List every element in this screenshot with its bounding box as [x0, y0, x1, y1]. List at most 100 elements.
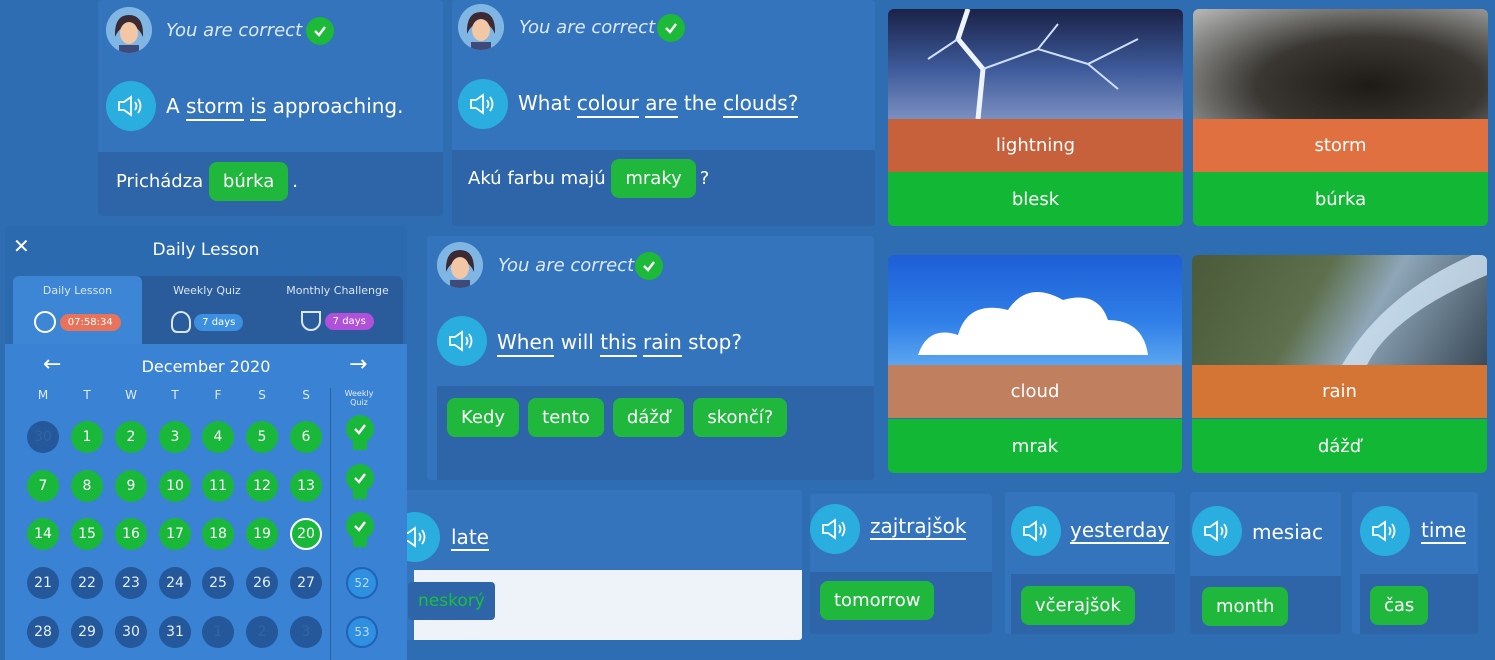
underlined-word[interactable]: clouds?: [723, 91, 799, 118]
answer-chip[interactable]: Kedy: [447, 398, 520, 437]
ribbon-icon: [353, 490, 367, 499]
tab-weekly-quiz[interactable]: Weekly Quiz 7 days: [142, 276, 272, 344]
weekly-quiz-done-check-icon: [346, 464, 374, 492]
calendar-day[interactable]: 23: [115, 567, 147, 599]
answer-chip[interactable]: mraky: [611, 159, 696, 198]
english-word: rain: [1322, 381, 1357, 402]
exercise-card-rain: You are correct When will this rain stop…: [427, 236, 874, 480]
calendar-day[interactable]: 24: [159, 567, 191, 599]
check-icon: [635, 252, 663, 280]
calendar-day[interactable]: 11: [202, 470, 234, 502]
calendar-day[interactable]: 22: [71, 567, 103, 599]
calendar-day[interactable]: 4: [202, 421, 234, 453]
answer-area: Akú farbu majú mraky?: [452, 150, 875, 226]
calendar-day[interactable]: 17: [159, 518, 191, 550]
check-icon: [306, 17, 334, 45]
calendar-day[interactable]: 31: [159, 616, 191, 648]
calendar-day[interactable]: 7: [27, 470, 59, 502]
speaker-button[interactable]: [1192, 506, 1242, 556]
underlined-word[interactable]: is: [250, 94, 267, 121]
tab-monthly-challenge[interactable]: Monthly Challenge 7 days: [272, 276, 403, 344]
calendar-day[interactable]: 3: [159, 421, 191, 453]
calendar-day[interactable]: 15: [71, 518, 103, 550]
translation-button[interactable]: búrka: [1193, 172, 1488, 226]
translation-button[interactable]: dážď: [1192, 419, 1487, 473]
answer-chip[interactable]: dážď: [612, 398, 685, 437]
calendar-day[interactable]: 29: [71, 616, 103, 648]
english-word: storm: [1314, 135, 1367, 156]
calendar-day[interactable]: 5: [246, 421, 278, 453]
underlined-word[interactable]: storm: [186, 94, 244, 121]
exercise-card-storm: You are correct A storm is approaching. …: [98, 0, 443, 216]
calendar-day[interactable]: 30: [27, 421, 59, 453]
weekly-quiz-done-check-icon: [346, 415, 374, 443]
answer-area: month: [1190, 576, 1341, 634]
answer-suffix: .: [292, 171, 299, 192]
word: A: [166, 94, 180, 118]
calendar-day[interactable]: 3: [290, 616, 322, 648]
underlined-word[interactable]: this: [600, 330, 637, 357]
vocab-word[interactable]: yesterday: [1070, 518, 1170, 544]
calendar-day[interactable]: 2: [246, 616, 278, 648]
vocab-card-time: time čas: [1352, 492, 1478, 634]
picture-card-rain[interactable]: rain dážď: [1192, 255, 1487, 473]
speaker-button[interactable]: [458, 79, 508, 129]
english-sentence: What colour are the clouds?: [518, 91, 799, 118]
week-number[interactable]: 52: [346, 567, 378, 599]
answer-chip[interactable]: tento: [528, 398, 604, 437]
translation-chip[interactable]: včerajšok: [1021, 586, 1135, 625]
picture-card-lightning[interactable]: lightning blesk: [888, 9, 1183, 226]
calendar-day[interactable]: 20: [290, 518, 322, 550]
calendar-day[interactable]: 28: [27, 616, 59, 648]
translation-button[interactable]: mrak: [888, 419, 1182, 473]
underlined-word[interactable]: colour: [576, 91, 639, 118]
vocab-word[interactable]: time: [1421, 518, 1467, 544]
calendar-day[interactable]: 18: [202, 518, 234, 550]
translation-chip[interactable]: month: [1202, 587, 1289, 626]
speaker-button[interactable]: [1011, 506, 1061, 556]
underlined-word[interactable]: When: [497, 330, 555, 357]
english-word: lightning: [995, 135, 1076, 156]
calendar-day[interactable]: 1: [202, 616, 234, 648]
calendar-day[interactable]: 12: [246, 470, 278, 502]
calendar-day[interactable]: 10: [159, 470, 191, 502]
calendar-day[interactable]: 8: [71, 470, 103, 502]
weekly-quiz-column-label: Weekly Quiz: [344, 389, 374, 407]
speaker-button[interactable]: [106, 81, 156, 131]
calendar-day[interactable]: 19: [246, 518, 278, 550]
speaker-button[interactable]: [1360, 506, 1410, 556]
calendar-day[interactable]: 25: [202, 567, 234, 599]
translation-button[interactable]: blesk: [888, 172, 1183, 226]
calendar-day[interactable]: 16: [115, 518, 147, 550]
speaker-button[interactable]: [810, 504, 860, 554]
speaker-icon: [470, 93, 494, 115]
calendar-day[interactable]: 14: [27, 518, 59, 550]
picture-card-storm[interactable]: storm búrka: [1193, 9, 1488, 226]
next-month-arrow-icon[interactable]: →: [349, 352, 367, 377]
tab-daily-lesson[interactable]: Daily Lesson 07:58:34: [13, 276, 142, 344]
answer-suffix: ?: [699, 168, 710, 189]
vocab-card-yesterday: yesterday včerajšok: [1005, 492, 1175, 634]
week-number[interactable]: 53: [346, 616, 378, 648]
english-sentence: When will this rain stop?: [497, 330, 742, 357]
underlined-word[interactable]: are: [645, 91, 678, 118]
speaker-button[interactable]: [437, 316, 487, 366]
answer-chip[interactable]: búrka: [208, 162, 289, 201]
vocab-word[interactable]: zajtrajšok: [870, 514, 967, 540]
underlined-word[interactable]: rain: [643, 330, 682, 357]
vocab-word[interactable]: late: [451, 525, 489, 551]
calendar-day[interactable]: 26: [246, 567, 278, 599]
picture-card-cloud[interactable]: cloud mrak: [888, 255, 1182, 473]
calendar-day[interactable]: 6: [290, 421, 322, 453]
calendar-day[interactable]: 1: [71, 421, 103, 453]
calendar-day[interactable]: 27: [290, 567, 322, 599]
translation-chip[interactable]: tomorrow: [820, 581, 935, 620]
translation-chip[interactable]: čas: [1370, 586, 1429, 625]
calendar-day[interactable]: 30: [115, 616, 147, 648]
calendar-day[interactable]: 2: [115, 421, 147, 453]
vocab-translation[interactable]: neskorý: [408, 582, 495, 620]
calendar-day[interactable]: 13: [290, 470, 322, 502]
calendar-day[interactable]: 21: [27, 567, 59, 599]
answer-chip[interactable]: skončí?: [693, 398, 788, 437]
calendar-day[interactable]: 9: [115, 470, 147, 502]
